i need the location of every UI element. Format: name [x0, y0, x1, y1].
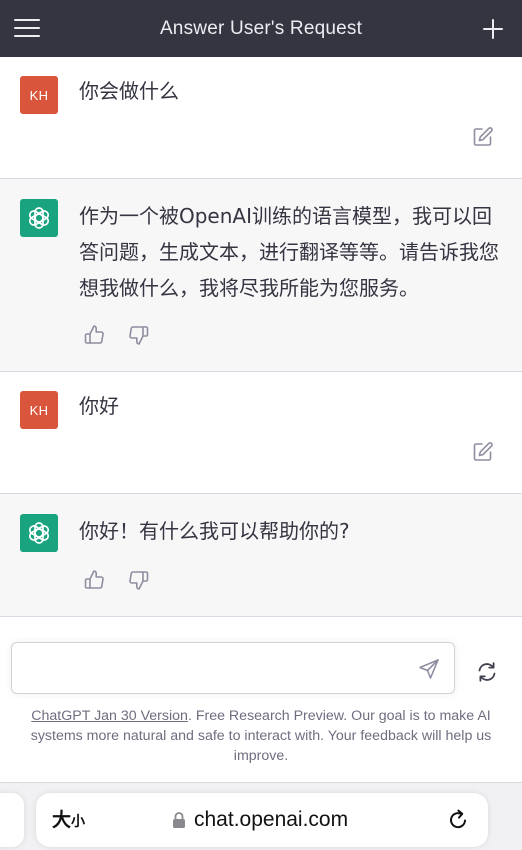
message-text: 作为一个被OpenAI训练的语言模型，我可以回答问题，生成文本，进行翻译等等。请…	[79, 204, 499, 300]
hamburger-menu-icon[interactable]	[14, 18, 42, 38]
lock-icon	[173, 812, 185, 828]
assistant-message: 你好！有什么我可以帮助你的?	[0, 494, 522, 617]
message-input-box[interactable]	[11, 642, 455, 694]
openai-logo-icon	[20, 199, 58, 237]
top-bar: Answer User's Request	[0, 0, 522, 57]
text-size-button[interactable]: 大小	[52, 793, 85, 847]
edit-icon[interactable]	[472, 441, 494, 463]
browser-bottom-bar: 大小 chat.openai.com	[0, 782, 522, 850]
thumbs-down-icon[interactable]	[128, 324, 150, 346]
refresh-icon[interactable]	[475, 660, 499, 684]
edit-icon[interactable]	[472, 126, 494, 148]
version-link[interactable]: ChatGPT Jan 30 Version	[31, 708, 188, 724]
text-size-big: 大	[52, 809, 72, 831]
conversation-title: Answer User's Request	[159, 18, 363, 39]
assistant-message: 作为一个被OpenAI训练的语言模型，我可以回答问题，生成文本，进行翻译等等。请…	[0, 179, 522, 372]
address-bar[interactable]: 大小 chat.openai.com	[36, 793, 488, 847]
previous-tab[interactable]	[0, 793, 24, 847]
user-avatar: KH	[20, 76, 58, 114]
user-avatar: KH	[20, 391, 58, 429]
message-text: 你好	[79, 394, 119, 418]
user-message: KH 你会做什么	[0, 57, 522, 179]
thumbs-down-icon[interactable]	[128, 569, 150, 591]
paper-plane-send-icon[interactable]	[418, 658, 440, 680]
plus-icon[interactable]	[482, 18, 504, 40]
message-text: 你好！有什么我可以帮助你的?	[79, 519, 350, 543]
footer-disclaimer: ChatGPT Jan 30 Version. Free Research Pr…	[10, 706, 512, 766]
thumbs-up-icon[interactable]	[83, 569, 105, 591]
thumbs-up-icon[interactable]	[83, 324, 105, 346]
message-text: 你会做什么	[79, 79, 179, 103]
reload-icon[interactable]	[446, 808, 470, 832]
user-message: KH 你好	[0, 372, 522, 494]
message-input[interactable]	[24, 653, 408, 685]
openai-logo-icon	[20, 514, 58, 552]
composer-area: ChatGPT Jan 30 Version. Free Research Pr…	[0, 632, 522, 782]
text-size-small: 小	[71, 814, 86, 830]
url-text: chat.openai.com	[194, 808, 349, 831]
